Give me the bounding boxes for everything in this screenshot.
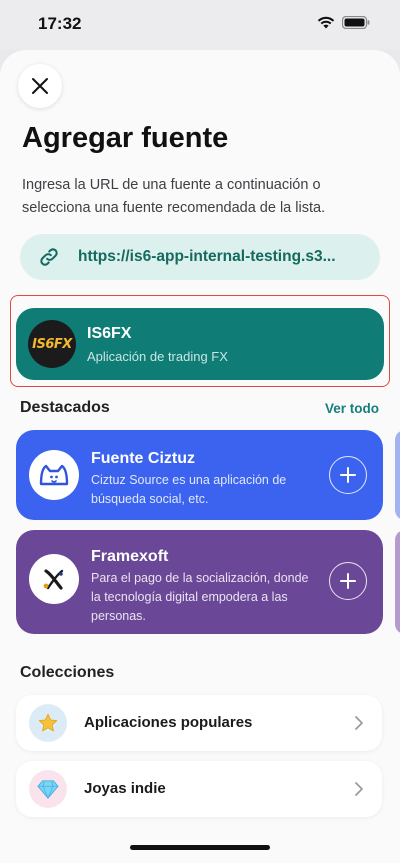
- source-description: Aplicación de trading FX: [87, 349, 228, 364]
- page-title: Agregar fuente: [22, 122, 229, 154]
- featured-description: Ciztuz Source es una aplicación de búsqu…: [91, 473, 287, 506]
- is6fx-logo: IS6FX: [28, 320, 76, 368]
- add-button[interactable]: [329, 562, 367, 600]
- framexoft-logo-icon: [29, 554, 79, 604]
- chevron-right-icon: [355, 716, 363, 730]
- featured-name: Framexoft: [91, 548, 169, 565]
- collections-header: Colecciones: [20, 664, 115, 681]
- url-input[interactable]: https://is6-app-internal-testing.s3...: [20, 234, 380, 280]
- star-icon: [29, 704, 67, 742]
- diamond-icon: [29, 770, 67, 808]
- see-all-link[interactable]: Ver todo: [325, 401, 379, 416]
- collection-item-popular[interactable]: Aplicaciones populares: [16, 695, 382, 751]
- featured-header: Destacados: [20, 399, 110, 416]
- battery-icon: [342, 16, 370, 29]
- plus-icon: [340, 467, 356, 483]
- featured-name: Fuente Ciztuz: [91, 450, 195, 467]
- status-time: 17:32: [38, 14, 82, 33]
- status-bar: 17:32: [0, 0, 400, 50]
- featured-card-ciztuz[interactable]: Fuente Ciztuz Ciztuz Source es una aplic…: [16, 430, 383, 520]
- featured-card-peek: [395, 430, 400, 520]
- collection-label: Joyas indie: [84, 780, 166, 797]
- source-name: IS6FX: [87, 325, 132, 342]
- chevron-right-icon: [355, 782, 363, 796]
- featured-description: Para el pago de la socialización, donde …: [91, 571, 309, 623]
- featured-card-peek: [395, 530, 400, 634]
- close-button[interactable]: [18, 64, 62, 108]
- close-icon: [32, 78, 48, 94]
- add-source-sheet: Agregar fuente Ingresa la URL de una fue…: [0, 50, 400, 863]
- add-button[interactable]: [329, 456, 367, 494]
- link-icon: [40, 248, 58, 266]
- status-icons: [317, 16, 370, 29]
- wifi-icon: [317, 16, 335, 29]
- ciztuz-logo-icon: [29, 450, 79, 500]
- collection-item-indie[interactable]: Joyas indie: [16, 761, 382, 817]
- page-subtitle: Ingresa la URL de una fuente a continuac…: [22, 177, 326, 216]
- selected-source-card[interactable]: IS6FX IS6FX Aplicación de trading FX: [16, 308, 384, 380]
- url-value: https://is6-app-internal-testing.s3...: [78, 248, 336, 265]
- collection-label: Aplicaciones populares: [84, 714, 253, 731]
- featured-card-framexoft[interactable]: Framexoft Para el pago de la socializaci…: [16, 530, 383, 634]
- plus-icon: [340, 573, 356, 589]
- home-indicator[interactable]: [130, 845, 270, 850]
